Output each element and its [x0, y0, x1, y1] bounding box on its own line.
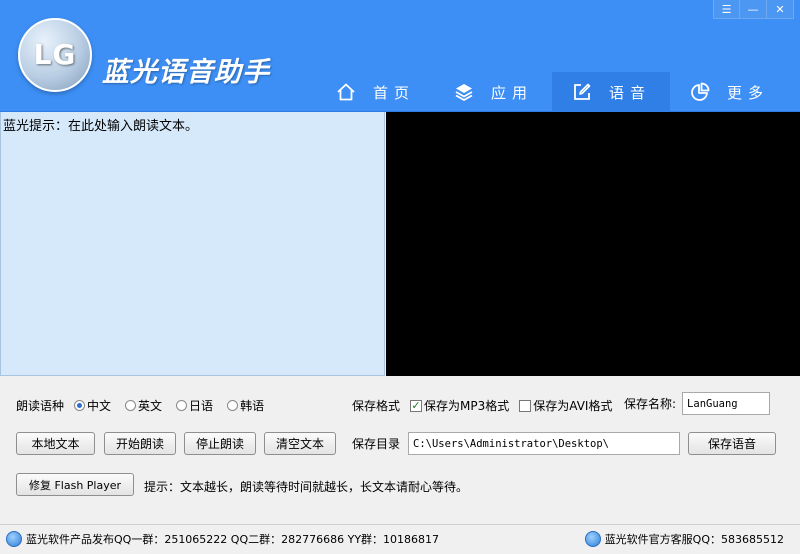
status-right: 蓝光软件官方客服QQ：583685512	[584, 531, 784, 547]
save-format-label: 保存格式	[352, 399, 401, 413]
minimize-icon: —	[747, 2, 759, 16]
mp3-checkbox[interactable]: ✓	[410, 399, 423, 412]
tab-voice[interactable]: 语音	[552, 72, 670, 112]
save-format-row: 保存格式 ✓ 保存为MP3格式 保存为AVI格式	[352, 397, 628, 414]
save-name-row: 保存名称: LanGuang	[624, 392, 771, 415]
radio-chinese[interactable]	[74, 400, 86, 411]
logo-text: LG	[33, 38, 77, 71]
tab-voice-label: 语音	[608, 83, 651, 102]
save-voice-button[interactable]: 保存语音	[688, 432, 776, 455]
save-name-label: 保存名称:	[624, 397, 677, 411]
local-text-button[interactable]: 本地文本	[16, 432, 95, 455]
save-dir-input[interactable]: C:\Users\Administrator\Desktop\	[408, 432, 681, 455]
voice-option-english[interactable]: 英文	[125, 397, 162, 414]
save-name-input[interactable]: LanGuang	[682, 392, 771, 415]
tab-more[interactable]: 更多	[670, 72, 788, 112]
voice-option-chinese-label: 中文	[87, 399, 112, 413]
radio-japanese[interactable]	[176, 400, 188, 411]
avi-checkbox[interactable]	[519, 399, 532, 412]
status-right-text: 蓝光软件官方客服QQ：583685512	[604, 533, 784, 546]
radio-korean[interactable]	[227, 400, 239, 411]
voice-language-row: 朗读语种 中文 英文 日语 韩语	[16, 397, 278, 414]
tip-text: 提示：文本越长，朗读等待时间就越长，长文本请耐心等待。	[144, 480, 469, 494]
flash-preview-panel	[386, 112, 800, 376]
status-bar: 蓝光软件产品发布QQ一群：251065222 QQ二群：282776686 YY…	[0, 524, 800, 554]
save-avi-option[interactable]: 保存为AVI格式	[519, 397, 612, 414]
tab-more-label: 更多	[726, 83, 769, 102]
qq-service-icon	[584, 531, 601, 547]
tab-home[interactable]: 首页	[316, 72, 434, 112]
save-dir-label: 保存目录	[352, 437, 401, 451]
stop-read-button[interactable]: 停止朗读	[184, 432, 256, 455]
save-mp3-label: 保存为MP3格式	[424, 399, 510, 413]
voice-option-korean-label: 韩语	[240, 399, 265, 413]
pie-chart-icon	[689, 81, 711, 103]
voice-option-japanese-label: 日语	[189, 399, 214, 413]
status-left: 蓝光软件产品发布QQ一群：251065222 QQ二群：282776686 YY…	[6, 531, 439, 547]
start-read-button[interactable]: 开始朗读	[104, 432, 176, 455]
text-area-hint: 蓝光提示：在此处输入朗读文本。	[3, 119, 199, 134]
status-left-text: 蓝光软件产品发布QQ一群：251065222 QQ二群：282776686 YY…	[26, 533, 440, 546]
menu-icon: ☰	[721, 2, 732, 16]
app-title: 蓝光语音助手	[102, 57, 270, 88]
app-logo: LG	[18, 18, 92, 92]
qq-icon	[6, 531, 22, 547]
save-avi-label: 保存为AVI格式	[533, 399, 613, 413]
header-bar: LG 蓝光语音助手 ☰ — ✕ 首页 应用 语音 更多	[0, 0, 800, 112]
layers-icon	[453, 81, 475, 103]
voice-option-chinese[interactable]: 中文	[74, 397, 111, 414]
edit-icon	[571, 81, 593, 103]
read-text-area[interactable]: 蓝光提示：在此处输入朗读文本。	[0, 112, 385, 376]
voice-option-english-label: 英文	[138, 399, 163, 413]
save-dir-row: 保存目录 C:\Users\Administrator\Desktop\	[352, 432, 681, 455]
radio-english[interactable]	[125, 400, 137, 411]
voice-option-korean[interactable]: 韩语	[227, 397, 264, 414]
window-controls: ☰ — ✕	[713, 0, 794, 19]
close-icon: ✕	[775, 2, 785, 16]
close-button[interactable]: ✕	[767, 0, 794, 19]
tab-home-label: 首页	[372, 83, 415, 102]
menu-button[interactable]: ☰	[713, 0, 740, 19]
voice-language-label: 朗读语种	[16, 399, 65, 413]
main-nav: 首页 应用 语音 更多	[316, 72, 788, 112]
tab-apps[interactable]: 应用	[434, 72, 552, 112]
save-mp3-option[interactable]: ✓ 保存为MP3格式	[410, 397, 509, 414]
clear-text-button[interactable]: 清空文本	[264, 432, 336, 455]
voice-option-japanese[interactable]: 日语	[176, 397, 213, 414]
minimize-button[interactable]: —	[740, 0, 767, 19]
tab-apps-label: 应用	[490, 83, 533, 102]
repair-flash-button[interactable]: 修复 Flash Player	[16, 473, 134, 496]
home-icon	[335, 81, 357, 103]
